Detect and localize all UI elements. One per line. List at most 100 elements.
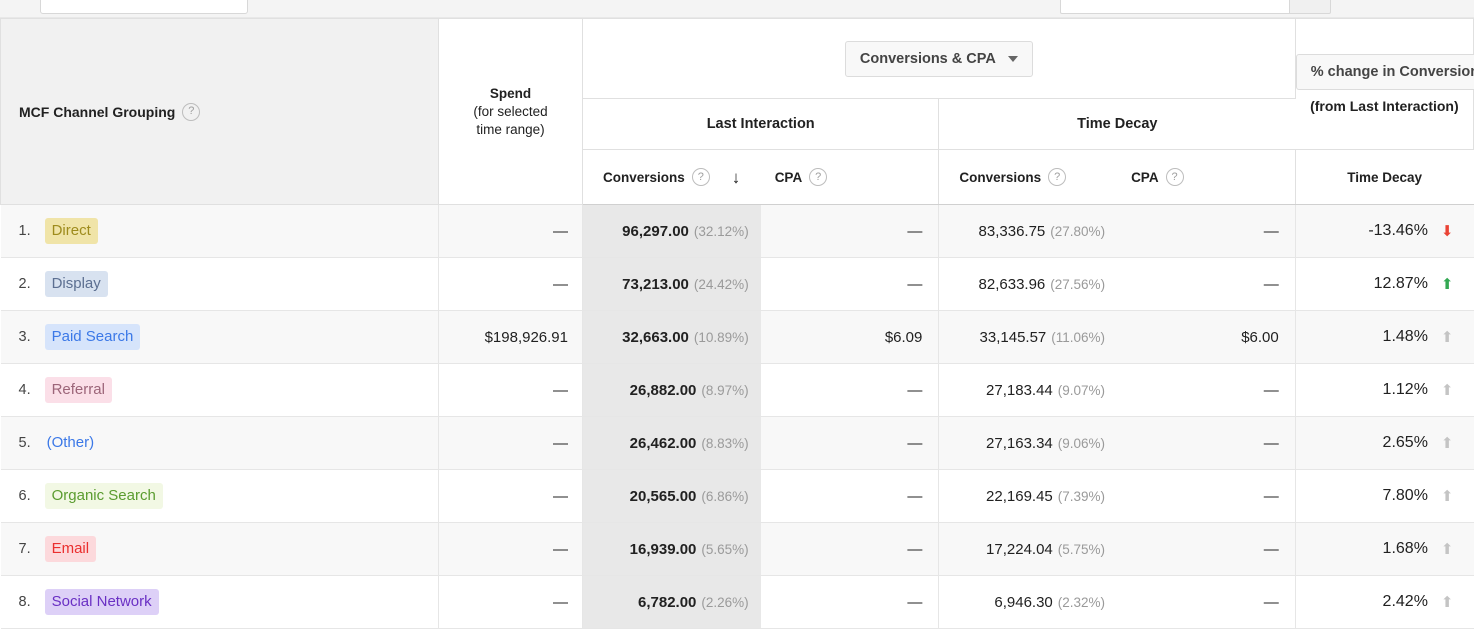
cell-cpa-time-decay: — <box>1117 363 1296 417</box>
column-label: CPA <box>1131 169 1159 185</box>
table-row: 8. Social Network —6,782.00 (2.26%) —6,946.3… <box>0 575 1474 629</box>
cell-cpa-last-interaction: — <box>760 469 940 523</box>
cell-cpa-last-interaction: — <box>760 204 940 258</box>
row-rank: 1. <box>18 223 31 239</box>
cell-conversions-time-decay: 27,183.44 (9.07%) <box>938 363 1118 417</box>
cell-change: 1.12% ⬆ <box>1294 363 1474 417</box>
cell-channel: 1. Direct <box>0 204 439 258</box>
cell-change: 12.87% ⬆ <box>1294 257 1474 311</box>
table-row: 5. (Other) —26,462.00 (8.83%) —27,163.34 (9.0… <box>0 416 1474 470</box>
channel-link[interactable]: Organic Search <box>44 483 163 509</box>
metric-selector-dropdown[interactable]: Conversions & CPA <box>844 40 1033 77</box>
cropped-search-input[interactable] <box>1060 0 1290 14</box>
channel-link[interactable]: Email <box>44 536 97 562</box>
channel-link[interactable]: (Other) <box>45 430 102 456</box>
trend-arrow-icon: ⬆ <box>1440 380 1454 399</box>
cell-spend: $198,926.91 <box>438 310 583 364</box>
cell-conversions-time-decay: 27,163.34 (9.06%) <box>938 416 1118 470</box>
channel-link[interactable]: Direct <box>44 218 98 244</box>
cell-cpa-last-interaction: — <box>760 575 940 629</box>
conversions-percent: (8.97%) <box>701 382 749 398</box>
cell-change: 2.65% ⬆ <box>1294 416 1474 470</box>
conversions-percent: (2.26%) <box>701 594 749 610</box>
column-header-cpa-time-decay[interactable]: CPA ? <box>1117 149 1296 205</box>
change-value: 1.12% <box>1382 381 1428 398</box>
row-rank: 2. <box>18 276 31 292</box>
row-rank: 8. <box>18 594 31 610</box>
cell-cpa-time-decay: — <box>1117 204 1296 258</box>
cell-change: 1.48% ⬆ <box>1294 310 1474 364</box>
channel-link[interactable]: Display <box>44 271 108 297</box>
conversions-value: 82,633.96 <box>978 275 1046 293</box>
trend-arrow-icon: ⬆ <box>1440 539 1454 558</box>
metric-selector-label: Conversions & CPA <box>859 50 996 67</box>
sort-descending-icon[interactable]: ↓ <box>732 169 741 186</box>
header-controls-row: MCF Channel Grouping ? Spend (for select… <box>0 18 1474 205</box>
conversions-value: 73,213.00 <box>622 275 689 293</box>
change-value: 2.42% <box>1382 593 1428 610</box>
cell-spend: — <box>438 363 583 417</box>
cell-spend: — <box>438 575 583 629</box>
conversions-value: 22,169.45 <box>986 487 1053 505</box>
cell-cpa-time-decay: $6.00 <box>1117 310 1296 364</box>
cell-cpa-time-decay: — <box>1117 575 1296 629</box>
conversions-value: 16,939.00 <box>629 540 697 558</box>
cell-channel: 7. Email <box>0 522 439 576</box>
trend-arrow-icon: ⬆ <box>1440 274 1454 293</box>
channel-link[interactable]: Paid Search <box>44 324 141 350</box>
change-value: 1.68% <box>1382 540 1428 557</box>
conversions-value: 20,565.00 <box>629 487 697 505</box>
dimension-header[interactable]: MCF Channel Grouping ? <box>0 18 439 205</box>
metric-selector-cell: Conversions & CPA <box>582 18 1296 99</box>
cell-cpa-time-decay: — <box>1117 257 1296 311</box>
help-icon[interactable]: ? <box>182 102 201 121</box>
spend-header-label: Spend <box>489 85 532 101</box>
conversions-value: 17,224.04 <box>986 540 1053 558</box>
trend-arrow-icon: ⬆ <box>1440 327 1454 346</box>
cell-spend: — <box>438 257 583 311</box>
cropped-search-button[interactable] <box>1289 0 1331 14</box>
change-selector-dropdown[interactable]: % change in Conversions <box>1295 54 1474 90</box>
cell-spend: — <box>438 522 583 576</box>
column-header-conversions-last-interaction[interactable]: Conversions ? ↓ <box>582 149 761 205</box>
table-row: 3. Paid Search $198,926.91 32,663.00 (10.89%… <box>0 310 1474 364</box>
cell-cpa-time-decay: — <box>1117 522 1296 576</box>
cell-cpa-last-interaction: — <box>760 257 940 311</box>
cropped-left-control[interactable] <box>40 0 248 14</box>
channel-link[interactable]: Social Network <box>44 589 159 615</box>
conversions-percent: (7.39%) <box>1057 488 1106 504</box>
cell-spend: — <box>438 416 583 470</box>
model-header-last-interaction[interactable]: Last Interaction <box>582 98 940 150</box>
column-header-conversions-time-decay[interactable]: Conversions ? <box>938 149 1118 205</box>
row-rank: 3. <box>18 329 31 345</box>
change-value: 7.80% <box>1382 487 1428 504</box>
trend-arrow-icon: ⬇ <box>1440 221 1454 240</box>
column-header-cpa-last-interaction[interactable]: CPA ? <box>760 149 940 205</box>
cell-cpa-last-interaction: — <box>760 363 940 417</box>
cell-conversions-last-interaction: 26,462.00 (8.83%) <box>582 416 761 470</box>
conversions-value: 26,462.00 <box>629 434 697 452</box>
change-selector-label: % change in Conversions <box>1310 64 1474 80</box>
help-icon[interactable]: ? <box>691 168 710 186</box>
cell-channel: 8. Social Network <box>0 575 439 629</box>
model-comparison-table: MCF Channel Grouping ? Spend (for select… <box>0 18 1474 629</box>
model-header-time-decay[interactable]: Time Decay <box>938 98 1296 150</box>
conversions-percent: (9.06%) <box>1057 435 1106 451</box>
help-icon[interactable]: ? <box>1048 168 1067 186</box>
cell-channel: 3. Paid Search <box>0 310 439 364</box>
help-icon[interactable]: ? <box>1165 168 1184 186</box>
cell-change: 1.68% ⬆ <box>1294 522 1474 576</box>
conversions-percent: (5.65%) <box>701 541 749 557</box>
cell-cpa-time-decay: — <box>1117 416 1296 470</box>
cell-conversions-time-decay: 6,946.30 (2.32%) <box>938 575 1118 629</box>
spend-header[interactable]: Spend (for selected time range) <box>438 18 583 205</box>
table-row: 1. Direct —96,297.00 (32.12%) —83,336.75 (27.… <box>0 204 1474 258</box>
conversions-value: 26,882.00 <box>629 381 697 399</box>
cell-change: 2.42% ⬆ <box>1294 575 1474 629</box>
cell-conversions-last-interaction: 26,882.00 (8.97%) <box>582 363 761 417</box>
trend-arrow-icon: ⬆ <box>1440 486 1454 505</box>
change-value: 1.48% <box>1382 328 1428 345</box>
column-header-change-time-decay[interactable]: Time Decay <box>1295 149 1474 205</box>
channel-link[interactable]: Referral <box>44 377 112 403</box>
help-icon[interactable]: ? <box>809 168 828 186</box>
